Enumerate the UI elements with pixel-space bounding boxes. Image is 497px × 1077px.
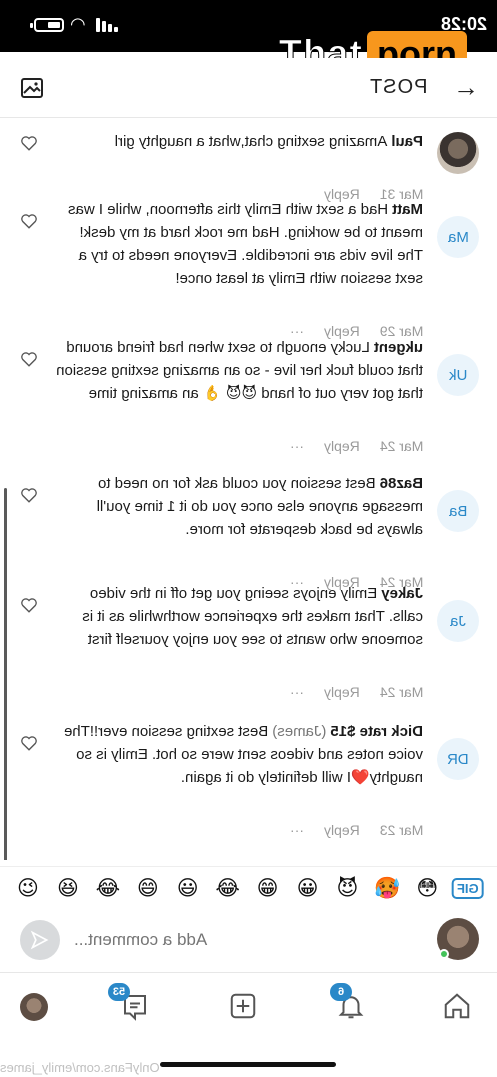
comment-text: Emily enjoys seeing you get off in the v…: [82, 585, 423, 648]
battery-icon: [30, 18, 64, 32]
avatar-initials: Uk: [448, 366, 468, 384]
emoji-button[interactable]: 😄: [133, 876, 163, 901]
more-options-icon[interactable]: ···: [290, 822, 304, 838]
reply-link[interactable]: Reply: [324, 822, 360, 838]
comment-username[interactable]: Matt: [392, 201, 423, 218]
more-options-icon[interactable]: ···: [290, 684, 304, 700]
comment-meta: Mar 23 Reply ···: [290, 822, 423, 838]
comment-date: Mar 24: [379, 438, 423, 454]
avatar-initials: DR: [447, 750, 469, 768]
emoji-button[interactable]: 🥵: [372, 877, 402, 901]
commenter-avatar[interactable]: Ba: [437, 490, 479, 532]
image-icon[interactable]: [20, 76, 44, 100]
emoji-button[interactable]: 😃: [173, 876, 203, 901]
like-heart-icon[interactable]: [20, 212, 38, 230]
commenter-avatar[interactable]: Ja: [437, 600, 479, 642]
bottom-tab-bar: 53 6: [0, 972, 497, 1038]
comment-composer: [0, 912, 497, 968]
avatar-initials: Ba: [448, 502, 468, 520]
tab-messages[interactable]: 53: [108, 983, 152, 1023]
add-post-icon: [230, 993, 256, 1019]
emoji-button[interactable]: 😈: [332, 876, 362, 901]
comment-body: JakeyEmily enjoys seeing you get off in …: [55, 582, 423, 651]
post-header: POST →: [0, 58, 497, 118]
send-button[interactable]: [20, 920, 60, 960]
commenter-avatar[interactable]: Ma: [437, 216, 479, 258]
comment-username[interactable]: Louis Hutton: [331, 859, 423, 860]
emoji-button[interactable]: 😂: [213, 876, 243, 901]
like-heart-icon[interactable]: [20, 734, 38, 752]
tab-new-post[interactable]: [228, 991, 260, 1023]
back-arrow-icon[interactable]: →: [453, 72, 479, 103]
emoji-button[interactable]: 😁: [253, 876, 283, 901]
comment-list: PaulAmazing sexting chat,what a naughty …: [0, 118, 497, 860]
comment-meta: Mar 24 Reply ···: [290, 438, 423, 454]
comment-body: Louis Hutton Probably one of the best at …: [55, 856, 423, 860]
like-heart-icon[interactable]: [20, 596, 38, 614]
comment-text: Amazing sexting chat,what a naughty girl: [114, 133, 388, 150]
emoji-button[interactable]: 😳: [412, 876, 442, 901]
comment-username[interactable]: Jakey: [381, 585, 423, 602]
comment-text: Probably one of the best at sexting: [96, 859, 327, 860]
comment-input[interactable]: [74, 926, 414, 954]
comment-body: ukgentLucky enough to sext when had frie…: [55, 336, 423, 405]
home-icon: [444, 993, 470, 1019]
comment-meta: Mar 24 Reply ···: [290, 684, 423, 700]
home-indicator[interactable]: [160, 1062, 336, 1067]
comment-username-sub: (James): [272, 723, 327, 740]
messages-badge: 53: [108, 983, 130, 1001]
comment-body: MattHad a sext with Emily this afternoon…: [55, 198, 423, 290]
like-heart-icon[interactable]: [20, 486, 38, 504]
emoji-button[interactable]: 😀: [293, 876, 323, 901]
scrollbar[interactable]: [4, 488, 7, 860]
comment-text: Lucky enough to sext when had friend aro…: [56, 339, 423, 402]
tab-home[interactable]: [442, 991, 474, 1023]
comment-date: Mar 23: [379, 822, 423, 838]
commenter-avatar[interactable]: Uk: [437, 354, 479, 396]
avatar-initials: Ja: [450, 612, 466, 630]
tab-profile[interactable]: [20, 993, 48, 1021]
comment-username[interactable]: ukgent: [374, 339, 423, 356]
comment-body: PaulAmazing sexting chat,what a naughty …: [55, 130, 423, 153]
comment-body: Baz86Best session you could ask for no n…: [55, 472, 423, 541]
comment-date: Mar 24: [379, 684, 423, 700]
comment-username[interactable]: Paul: [391, 133, 423, 150]
emoji-bar: 😉 😆 😂 😄 😃 😂 😁 😀 😈 🥵 😳 GIF: [0, 866, 497, 910]
comment-body: Dick rate $15(James)Best sexting session…: [55, 720, 423, 789]
emoji-button[interactable]: 😂: [93, 876, 123, 901]
wifi-icon: ◠: [70, 14, 86, 34]
emoji-button[interactable]: 😉: [13, 876, 43, 901]
emoji-button[interactable]: 😆: [53, 876, 83, 901]
notifications-badge: 6: [330, 983, 352, 1001]
avatar-initials: Ma: [447, 228, 469, 246]
reply-link[interactable]: Reply: [324, 438, 360, 454]
commenter-avatar[interactable]: [437, 132, 479, 174]
page-title: POST: [368, 76, 427, 98]
comment-text: Best session you could ask for no need t…: [96, 475, 423, 538]
comment-username[interactable]: Baz86: [380, 475, 423, 492]
commenter-avatar[interactable]: DR: [437, 738, 479, 780]
reply-link[interactable]: Reply: [324, 684, 360, 700]
send-icon: [30, 930, 49, 950]
like-heart-icon[interactable]: [20, 350, 38, 368]
signal-icon: [96, 18, 118, 32]
like-heart-icon[interactable]: [20, 134, 38, 152]
gif-button[interactable]: GIF: [452, 878, 484, 899]
comment-username[interactable]: Dick rate $15: [330, 723, 423, 740]
tab-notifications[interactable]: 6: [330, 983, 368, 1023]
online-indicator: [439, 949, 449, 959]
more-options-icon[interactable]: ···: [290, 438, 304, 454]
comment-text: Had a sext with Emily this afternoon, wh…: [68, 201, 423, 287]
